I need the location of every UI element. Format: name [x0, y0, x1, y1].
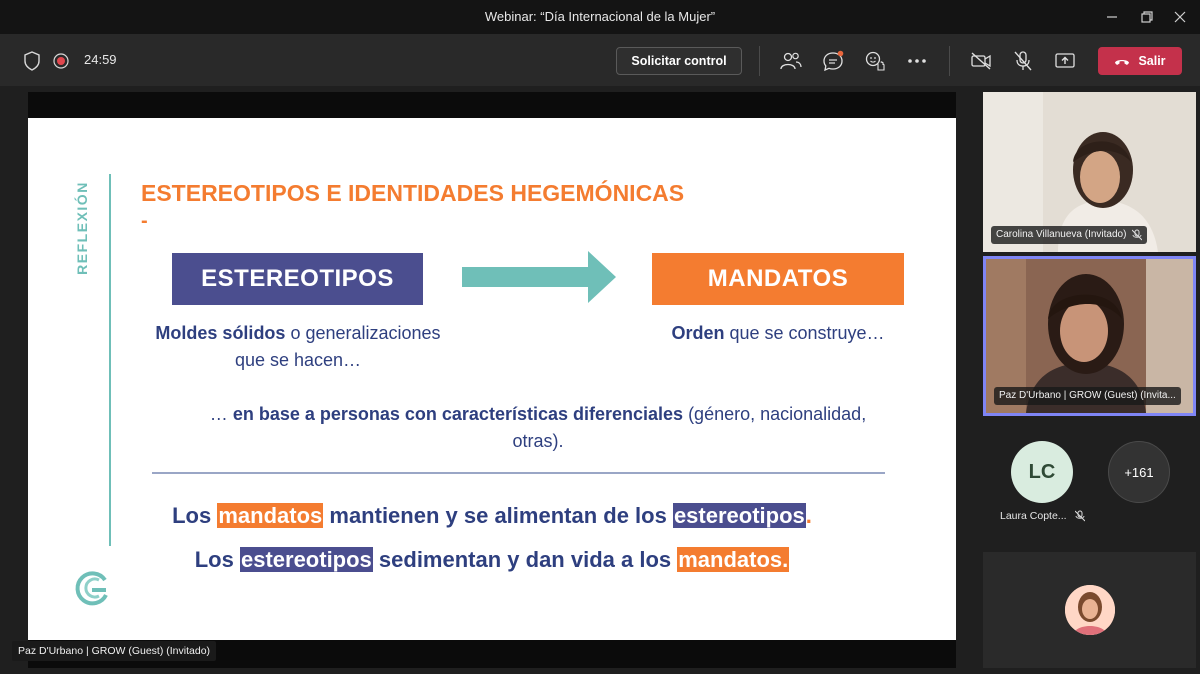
- right-arrow-icon: [462, 251, 616, 303]
- toolbar-divider: [759, 46, 760, 76]
- side-label-text: REFLEXIÓN: [74, 181, 90, 275]
- line2-b: sedimentan y dan vida a los: [372, 547, 678, 572]
- line2-a: Los: [194, 547, 240, 572]
- shared-content-stage: REFLEXIÓN ESTEREOTIPOS E IDENTIDADES HEG…: [28, 92, 956, 668]
- participant-name-label: Carolina Villanueva (Invitado): [991, 226, 1148, 244]
- participant-video-tile[interactable]: Carolina Villanueva (Invitado): [983, 92, 1196, 252]
- participant-avatar-label: Laura Copte...: [1000, 510, 1085, 522]
- hang-up-icon: [1115, 60, 1130, 65]
- conclusion-line-2: Los estereotipos sedimentan y dan vida a…: [28, 547, 956, 573]
- participant-avatar[interactable]: LC: [1011, 441, 1073, 503]
- leave-label: Salir: [1138, 54, 1166, 68]
- close-window-button[interactable]: [1160, 0, 1200, 34]
- stereotypes-caption: Moldes sólidos o generalizaciones que se…: [128, 320, 468, 374]
- mandates-caption-rest: que se construye…: [724, 323, 885, 343]
- window-title: Webinar: “Día Internacional de la Mujer”: [484, 9, 716, 24]
- stereotypes-caption-line2: que se hacen…: [234, 350, 362, 370]
- middle-rest: (género, nacionalidad,: [683, 404, 867, 424]
- speaker-name: Paz D'Urbano | GROW (Guest) (Invita...: [999, 390, 1176, 401]
- request-control-button[interactable]: Solicitar control: [616, 47, 742, 75]
- middle-line2: otras).: [512, 431, 564, 451]
- self-avatar-photo: [1065, 585, 1115, 635]
- mic-off-icon: [1014, 51, 1032, 71]
- middle-prefix: …: [209, 404, 233, 424]
- camera-off-icon: [971, 52, 991, 70]
- mandates-box: MANDATOS: [652, 253, 904, 305]
- line1-a: Los: [172, 503, 218, 528]
- share-icon: [1055, 53, 1075, 68]
- minimize-button[interactable]: [1092, 0, 1132, 34]
- speaker-name-label: Paz D'Urbano | GROW (Guest) (Invita...: [994, 387, 1181, 405]
- line1-c: .: [805, 503, 812, 528]
- line1-highlight-mandates: mandatos: [217, 503, 324, 528]
- shield-icon[interactable]: [23, 51, 41, 76]
- teal-divider: [109, 174, 111, 546]
- side-label: REFLEXIÓN: [72, 178, 92, 278]
- active-speaker-video-tile[interactable]: Paz D'Urbano | GROW (Guest) (Invita...: [983, 256, 1196, 416]
- meeting-timer: 24:59: [84, 52, 117, 67]
- presenter-name-tag: Paz D'Urbano | GROW (Guest) (Invitado): [12, 641, 217, 661]
- people-icon: [780, 52, 802, 70]
- self-view-tile[interactable]: [983, 552, 1196, 668]
- participant-name: Carolina Villanueva (Invitado): [996, 229, 1127, 240]
- stereotypes-box: ESTEREOTIPOS: [172, 253, 423, 305]
- presentation-slide: REFLEXIÓN ESTEREOTIPOS E IDENTIDADES HEG…: [28, 118, 956, 640]
- leave-button[interactable]: Salir: [1098, 47, 1182, 75]
- participant-avatar-name: Laura Copte...: [1000, 510, 1067, 522]
- reactions-button[interactable]: [862, 48, 888, 74]
- grow-logo-icon: [75, 571, 108, 606]
- toolbar-divider: [949, 46, 950, 76]
- title-bar: Webinar: “Día Internacional de la Mujer”: [0, 0, 1200, 34]
- line2-highlight-mandates: mandatos.: [677, 547, 790, 572]
- mandates-caption: Orden que se construye…: [628, 320, 928, 347]
- line1-highlight-stereotypes: estereotipos: [672, 503, 806, 528]
- meeting-toolbar: 24:59 Solicitar control Salir: [0, 34, 1200, 86]
- chat-icon: [823, 50, 844, 72]
- conclusion-line-1: Los mandatos mantienen y se alimentan de…: [28, 503, 956, 529]
- self-avatar: [1065, 585, 1115, 635]
- line1-b: mantienen y se alimentan de los: [323, 503, 673, 528]
- more-icon: [908, 59, 926, 63]
- slide-title: ESTEREOTIPOS E IDENTIDADES HEGEMÓNICAS: [141, 180, 685, 206]
- raise-hand-icon: [865, 51, 885, 71]
- mic-off-icon: [1074, 510, 1085, 522]
- stereotypes-caption-bold: Moldes sólidos: [155, 323, 286, 343]
- middle-bold: en base a personas con características d…: [232, 404, 684, 424]
- chat-button[interactable]: [820, 48, 846, 74]
- mandates-caption-bold: Orden: [671, 323, 725, 343]
- share-screen-button[interactable]: [1052, 48, 1078, 74]
- stereotypes-caption-rest: o generalizaciones: [285, 323, 441, 343]
- more-participants-button[interactable]: +161: [1108, 441, 1170, 503]
- mic-off-icon: [1132, 229, 1143, 241]
- slide-divider: [152, 472, 885, 474]
- camera-off-button[interactable]: [968, 48, 994, 74]
- title-dash: -: [141, 210, 148, 232]
- line2-highlight-stereotypes: estereotipos: [239, 547, 373, 572]
- more-options-button[interactable]: [904, 48, 930, 74]
- minimize-icon: [1107, 16, 1117, 18]
- close-icon: [1174, 11, 1186, 23]
- recording-icon: [53, 53, 69, 74]
- middle-statement: … en base a personas con características…: [178, 401, 898, 455]
- participants-button[interactable]: [778, 48, 804, 74]
- mic-off-button[interactable]: [1010, 48, 1036, 74]
- restore-icon: [1141, 11, 1153, 23]
